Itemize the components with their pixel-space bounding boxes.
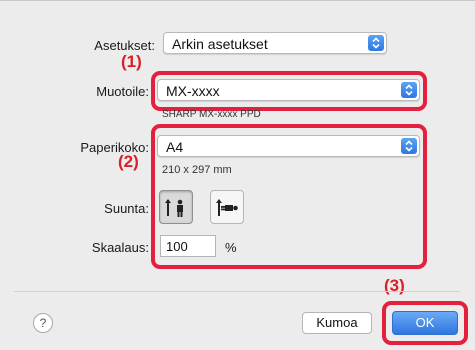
landscape-orientation-button[interactable] [210,190,244,224]
orientation-label: Suunta: [104,201,149,216]
separator [14,291,460,292]
ok-button[interactable]: OK [392,311,458,335]
paper-dimensions: 210 x 297 mm [162,164,232,176]
landscape-icon [216,199,238,216]
step-1-label: (1) [121,52,142,71]
settings-value: Arkin asetukset [172,36,268,52]
paper-size-value: A4 [166,139,184,155]
scale-input[interactable] [160,235,216,257]
cancel-button[interactable]: Kumoa [302,312,372,334]
format-label: Muotoile: [96,84,149,99]
portrait-icon [165,199,183,217]
scale-label: Skaalaus: [91,240,149,255]
help-button[interactable]: ? [33,313,53,333]
paper-size-label: Paperikoko: [80,140,149,155]
step-3-label: (3) [384,276,405,295]
chevron-updown-icon [401,138,417,154]
top-border [0,0,475,1]
settings-popup[interactable]: Arkin asetukset [163,32,387,54]
format-popup[interactable]: MX-xxxx [157,79,420,101]
chevron-updown-icon [401,82,417,98]
step-2-label: (2) [118,152,139,171]
scale-unit: % [225,240,237,255]
chevron-updown-icon [368,35,384,51]
settings-label: Asetukset: [94,38,155,53]
page-setup-dialog: Asetukset: Arkin asetukset (1) Muotoile:… [0,0,475,350]
printer-description: SHARP MX-xxxx PPD [162,109,261,120]
portrait-orientation-button[interactable] [159,190,193,224]
paper-size-popup[interactable]: A4 [157,135,420,157]
format-value: MX-xxxx [166,83,220,99]
